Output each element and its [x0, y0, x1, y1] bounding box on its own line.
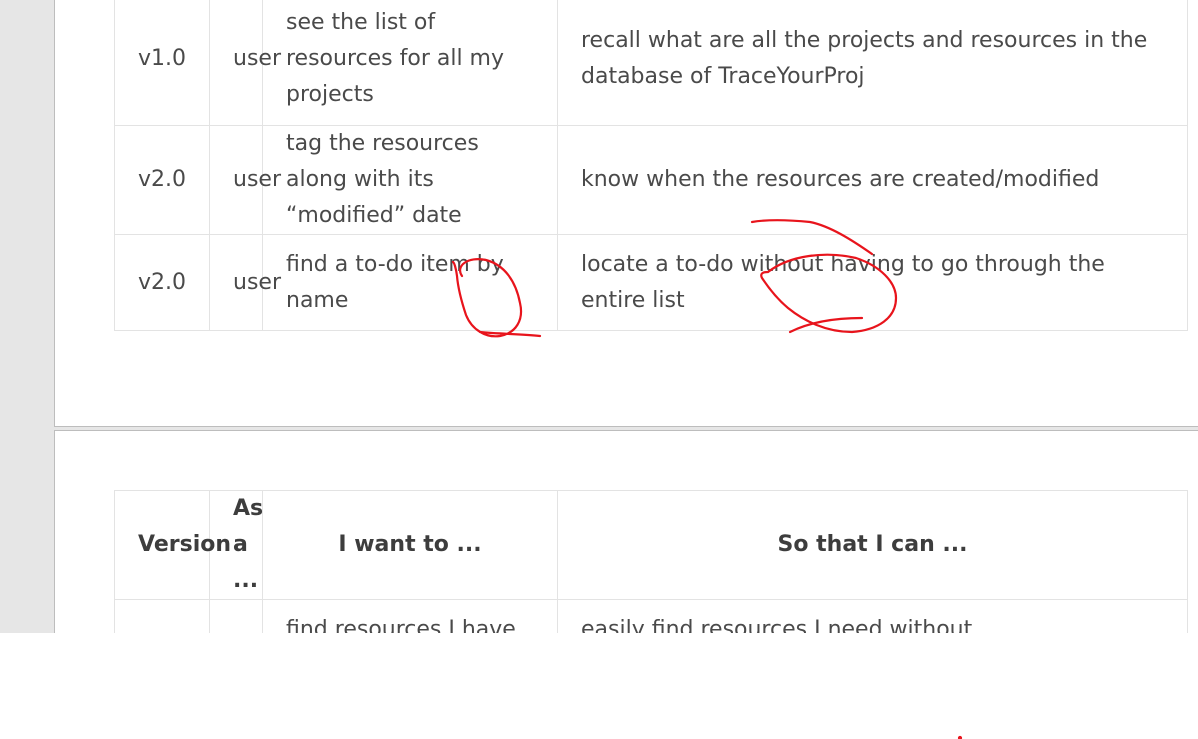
version-cell: v1.0 [114, 0, 210, 126]
so-that-cell: recall what are all the projects and res… [557, 0, 1188, 126]
user-stories-table: resources v1.0 user see the list of reso… [114, 0, 1188, 331]
want-header: I want to ... [262, 490, 558, 600]
so-that-cell: know when the resources are created/modi… [557, 125, 1188, 235]
so-that-cell: locate a to-do without having to go thro… [557, 234, 1188, 331]
so-that-cell: easily find resources I need without [557, 599, 1188, 633]
so-that-header: So that I can ... [557, 490, 1188, 600]
table-row: v2.0 user tag the resources along with i… [114, 125, 1188, 235]
table-row: v2.0 user find a to-do item by name loca… [114, 234, 1188, 331]
user-stories-table: Version As a ... I want to ... So that I… [114, 490, 1188, 633]
want-cell: tag the resources along with its “modifi… [262, 125, 558, 235]
version-cell [114, 599, 210, 633]
version-cell: v2.0 [114, 125, 210, 235]
version-header: Version [114, 490, 231, 600]
version-cell: v2.0 [114, 234, 210, 331]
role-cell [209, 599, 263, 633]
role-cell: user [209, 234, 281, 331]
role-cell: user [209, 125, 281, 235]
want-cell: find resources I have that [262, 599, 558, 633]
role-cell: user [209, 0, 281, 126]
want-cell: see the list of resources for all my pro… [262, 0, 558, 126]
table-row: find resources I have that easily find r… [114, 599, 1188, 633]
document-viewport[interactable]: resources v1.0 user see the list of reso… [0, 0, 1198, 633]
table-header-row: Version As a ... I want to ... So that I… [114, 490, 1188, 600]
document-page: resources v1.0 user see the list of reso… [54, 0, 1198, 427]
want-cell: find a to-do item by name [262, 234, 558, 331]
document-page: Version As a ... I want to ... So that I… [54, 430, 1198, 633]
table-row: v1.0 user see the list of resources for … [114, 0, 1188, 126]
